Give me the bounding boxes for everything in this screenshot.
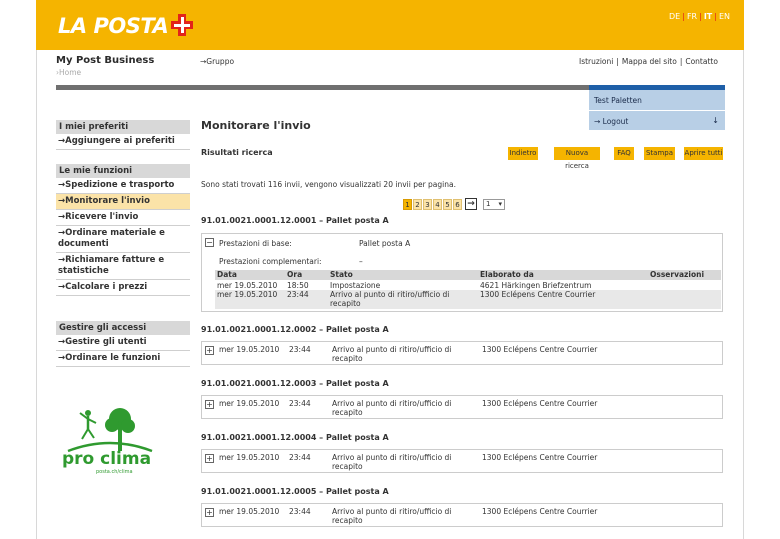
chevron-down-icon: ▾	[498, 199, 502, 208]
arrow-right-icon[interactable]: →	[465, 198, 477, 210]
swiss-cross-icon	[171, 14, 194, 36]
page-4[interactable]: 4	[433, 198, 442, 210]
pro-clima-url: posta.ch/clima	[96, 469, 133, 475]
page-6[interactable]: 6	[453, 198, 462, 210]
gruppo-link[interactable]: →Gruppo	[200, 57, 234, 66]
sidebar-item-order-functions[interactable]: →Ordinare le funzioni	[56, 351, 190, 367]
results-info: Sono stati trovati 116 invii, vengono vi…	[201, 180, 456, 189]
contatto-link[interactable]: Contatto	[685, 57, 718, 66]
new-search-button[interactable]: Nuova ricerca	[554, 147, 600, 170]
tree-icon	[67, 408, 153, 453]
top-links: Istruzioni | Mappa del sito | Contatto	[579, 57, 718, 66]
faq-button[interactable]: FAQ	[614, 147, 634, 160]
lang-de[interactable]: DE	[669, 12, 680, 21]
expand-toggle[interactable]: +	[205, 508, 214, 517]
sidebar-favorites: I miei preferiti →Aggiungere ai preferit…	[56, 120, 190, 150]
sidebar-item-order-material[interactable]: →Ordinare materiale e documenti	[56, 226, 190, 253]
sidebar-item-invoices[interactable]: →Richiamare fatture e statistiche	[56, 253, 190, 280]
divider-bar	[56, 85, 589, 90]
shipment-summary: + mer 19.05.2010 23:44 Arrivo al punto d…	[201, 449, 723, 473]
logo-text: LA POSTA	[58, 14, 169, 38]
back-button[interactable]: Indietro	[508, 147, 538, 160]
lang-fr[interactable]: FR	[687, 12, 697, 21]
col-status: Stato	[330, 270, 353, 279]
sidebar-heading-favorites: I miei preferiti	[56, 120, 190, 134]
expand-toggle[interactable]: +	[205, 346, 214, 355]
la-posta-logo[interactable]: LA POSTA	[58, 12, 194, 40]
breadcrumb-home[interactable]: ›Home	[56, 68, 81, 77]
expand-toggle[interactable]: +	[205, 400, 214, 409]
shipment-summary: + mer 19.05.2010 23:44 Arrivo al punto d…	[201, 341, 723, 365]
extra-services-value: –	[359, 257, 363, 266]
pagination: 1 2 3 4 5 6 → 1 ▾	[403, 197, 505, 211]
language-switcher: DE | FR | IT | EN	[669, 12, 730, 21]
istruzioni-link[interactable]: Istruzioni	[579, 57, 613, 66]
shipment-summary: + mer 19.05.2010 23:44 Arrivo al punto d…	[201, 395, 723, 419]
shipment-title[interactable]: 91.01.0021.0001.12.0004 – Pallet posta A	[201, 433, 389, 442]
sidebar-item-shipping[interactable]: →Spedizione e trasporto	[56, 178, 190, 194]
col-time: Ora	[287, 270, 303, 279]
col-processed-by: Elaborato da	[480, 270, 534, 279]
sidebar-heading-functions: Le mie funzioni	[56, 164, 190, 178]
page-select[interactable]: 1 ▾	[483, 198, 505, 210]
header: LA POSTA DE | FR | IT | EN	[36, 0, 744, 50]
shipment-summary: + mer 19.05.2010 23:44 Arrivo al punto d…	[201, 503, 723, 527]
extra-services-label: Prestazioni complementari:	[219, 257, 322, 266]
sidebar-access: Gestire gli accessi →Gestire gli utenti …	[56, 321, 190, 367]
arrow-down-icon[interactable]: ↓	[712, 116, 719, 125]
page-3[interactable]: 3	[423, 198, 432, 210]
sidebar-item-prices[interactable]: →Calcolare i prezzi	[56, 280, 190, 296]
sidebar-item-users[interactable]: →Gestire gli utenti	[56, 335, 190, 351]
sidebar-item-receive[interactable]: →Ricevere l'invio	[56, 210, 190, 226]
print-button[interactable]: Stampa	[644, 147, 675, 160]
lang-it[interactable]: IT	[704, 12, 712, 21]
page-5[interactable]: 5	[443, 198, 452, 210]
base-services-value: Pallet posta A	[359, 239, 411, 248]
logout-link[interactable]: → Logout	[594, 117, 628, 126]
tracking-table-header: Data Ora Stato Elaborato da Osservazioni	[215, 270, 721, 280]
mappa-link[interactable]: Mappa del sito	[622, 57, 677, 66]
sidebar-heading-access: Gestire gli accessi	[56, 321, 190, 335]
page-title: Monitorare l'invio	[201, 119, 311, 132]
open-all-button[interactable]: Aprire tutti	[684, 147, 723, 160]
sidebar-item-track[interactable]: →Monitorare l'invio	[56, 194, 190, 210]
page-1[interactable]: 1	[403, 198, 412, 210]
brand-title: My Post Business	[56, 55, 155, 66]
user-name: Test Paletten	[594, 96, 642, 105]
table-row: mer 19.05.2010 23:44 Arrivo al punto di …	[215, 290, 721, 309]
base-services-label: Prestazioni di base:	[219, 239, 292, 248]
sidebar-item-add-favorites[interactable]: →Aggiungere ai preferiti	[56, 134, 190, 150]
col-notes: Osservazioni	[650, 270, 705, 279]
lang-en[interactable]: EN	[719, 12, 730, 21]
user-panel: Test Paletten → Logout ↓	[589, 90, 725, 130]
page-2[interactable]: 2	[413, 198, 422, 210]
shipment-title[interactable]: 91.01.0021.0001.12.0002 – Pallet posta A	[201, 325, 389, 334]
collapse-toggle[interactable]: −	[205, 238, 214, 247]
results-label: Risultati ricerca	[201, 148, 273, 157]
sidebar-functions: Le mie funzioni →Spedizione e trasporto …	[56, 164, 190, 296]
expand-toggle[interactable]: +	[205, 454, 214, 463]
shipment-title[interactable]: 91.01.0021.0001.12.0005 – Pallet posta A	[201, 487, 389, 496]
shipment-title[interactable]: 91.01.0021.0001.12.0003 – Pallet posta A	[201, 379, 389, 388]
col-date: Data	[217, 270, 237, 279]
pro-clima-text: pro clima	[62, 449, 152, 469]
shipment-title[interactable]: 91.01.0021.0001.12.0001 – Pallet posta A	[201, 216, 389, 225]
pro-clima-logo[interactable]: pro clima posta.ch/clima	[60, 405, 160, 485]
